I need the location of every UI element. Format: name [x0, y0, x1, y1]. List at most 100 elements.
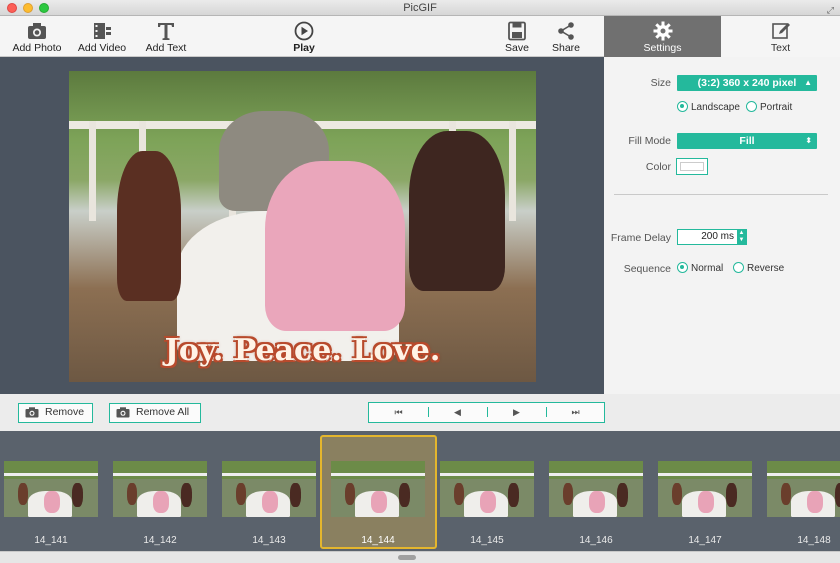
thumb-railing — [222, 473, 316, 476]
preview-person-woman — [409, 131, 505, 291]
fill-mode-select[interactable]: Fill ⬍ — [677, 133, 817, 149]
minimize-window-button[interactable] — [23, 3, 33, 13]
arrow-left-icon: ◀ — [454, 407, 461, 417]
edit-pencil-icon — [771, 23, 790, 39]
frame-thumbnail[interactable] — [549, 461, 643, 517]
tab-text[interactable]: Text — [721, 16, 840, 57]
remove-all-button[interactable]: Remove All — [109, 403, 201, 423]
remove-button[interactable]: Remove — [18, 403, 93, 423]
first-frame-button[interactable]: ⏮ — [369, 403, 428, 421]
text-t-icon — [158, 23, 174, 40]
thumb-person — [72, 483, 83, 507]
frame-thumbnail[interactable] — [4, 461, 98, 517]
play-label: Play — [293, 42, 315, 54]
frame-label: 14_144 — [361, 535, 395, 546]
sequence-reverse-radio[interactable]: Reverse — [733, 262, 784, 274]
camera-icon — [25, 407, 39, 418]
tab-settings[interactable]: Settings — [604, 16, 721, 57]
close-window-button[interactable] — [7, 3, 17, 13]
share-label: Share — [551, 42, 581, 54]
thumb-background — [658, 461, 752, 479]
thumb-person — [589, 491, 605, 513]
frame-label: 14_141 — [34, 535, 68, 546]
thumb-person — [345, 483, 355, 505]
frame-delay-input[interactable]: 200 ms ▲ ▼ — [677, 229, 747, 245]
frame-delay-stepper[interactable]: ▲ ▼ — [737, 230, 746, 244]
thumb-person — [508, 483, 519, 507]
frame-thumbnail[interactable] — [222, 461, 316, 517]
bottom-bar — [0, 551, 840, 563]
film-icon — [94, 23, 111, 39]
skip-to-end-icon: ⏭ — [571, 407, 580, 417]
frame-thumbnail[interactable] — [440, 461, 534, 517]
sequence-reverse-label: Reverse — [747, 263, 785, 274]
preview-railing-post — [89, 121, 96, 221]
next-frame-button[interactable]: ▶ — [487, 403, 546, 421]
add-text-button[interactable]: Add Text — [142, 16, 190, 57]
preview-area: Joy. Peace. Love. — [0, 57, 604, 394]
filmstrip[interactable]: 14_141 14_142 14_143 14_144 14_145 14_146 14_1… — [0, 431, 840, 551]
thumb-person — [290, 483, 301, 507]
thumb-background — [113, 461, 207, 479]
fill-mode-label: Fill Mode — [628, 135, 671, 147]
thumb-person — [236, 483, 246, 505]
save-label: Save — [505, 42, 529, 54]
thumb-person — [726, 483, 737, 507]
share-button[interactable]: Share — [550, 16, 582, 57]
play-button[interactable]: Play — [288, 16, 320, 57]
arrow-right-icon: ▶ — [513, 407, 520, 417]
thumb-person — [672, 483, 682, 505]
size-label: Size — [650, 77, 671, 89]
thumb-person — [44, 491, 60, 513]
thumb-person — [698, 491, 714, 513]
frame-thumbnail[interactable] — [767, 461, 840, 517]
frame-thumbnail[interactable] — [113, 461, 207, 517]
frame-thumbnail[interactable] — [331, 461, 425, 517]
frame-navigation: ⏮ ◀ ▶ ⏭ — [368, 402, 605, 423]
last-frame-button[interactable]: ⏭ — [546, 403, 605, 421]
thumb-railing — [113, 473, 207, 476]
preview-caption: Joy. Peace. Love. — [164, 333, 441, 368]
landscape-label: Landscape — [691, 102, 740, 113]
previous-frame-button[interactable]: ◀ — [428, 403, 487, 421]
resize-handle[interactable] — [398, 555, 416, 560]
zoom-window-button[interactable] — [39, 3, 49, 13]
floppy-disk-icon — [508, 21, 526, 41]
thumb-railing — [767, 473, 840, 476]
preview-image: Joy. Peace. Love. — [69, 71, 536, 382]
thumb-person — [807, 491, 823, 513]
frame-label: 14_147 — [688, 535, 722, 546]
thumb-person — [454, 483, 464, 505]
radio-unselected-icon — [733, 262, 744, 273]
thumb-person — [835, 483, 840, 507]
thumb-person — [181, 483, 192, 507]
size-value: (3:2) 360 x 240 pixel — [697, 77, 797, 89]
radio-selected-icon — [677, 262, 688, 273]
frame-label: 14_146 — [579, 535, 613, 546]
thumb-person — [617, 483, 628, 507]
thumb-railing — [4, 473, 98, 476]
size-select[interactable]: (3:2) 360 x 240 pixel ▲ — [677, 75, 817, 91]
select-arrows-icon: ⬍ — [805, 136, 812, 145]
save-button[interactable]: Save — [502, 16, 532, 57]
landscape-radio[interactable]: Landscape — [677, 101, 740, 113]
remove-all-label: Remove All — [136, 406, 190, 418]
share-icon — [558, 22, 574, 40]
portrait-label: Portrait — [760, 102, 793, 113]
sequence-normal-radio[interactable]: Normal — [677, 262, 723, 274]
frame-label: 14_142 — [143, 535, 177, 546]
add-video-button[interactable]: Add Video — [76, 16, 128, 57]
remove-label: Remove — [45, 406, 85, 418]
add-photo-button[interactable]: Add Photo — [10, 16, 64, 57]
portrait-radio[interactable]: Portrait — [746, 101, 792, 113]
frame-thumbnail[interactable] — [658, 461, 752, 517]
add-text-label: Add Text — [145, 42, 187, 54]
preview-person-pink — [265, 161, 405, 331]
thumb-railing — [658, 473, 752, 476]
color-label: Color — [645, 161, 671, 173]
color-picker[interactable] — [676, 158, 708, 175]
frame-delay-label: Frame Delay — [610, 232, 671, 244]
frame-label: 14_145 — [470, 535, 504, 546]
thumb-person — [563, 483, 573, 505]
radio-unselected-icon — [746, 101, 757, 112]
